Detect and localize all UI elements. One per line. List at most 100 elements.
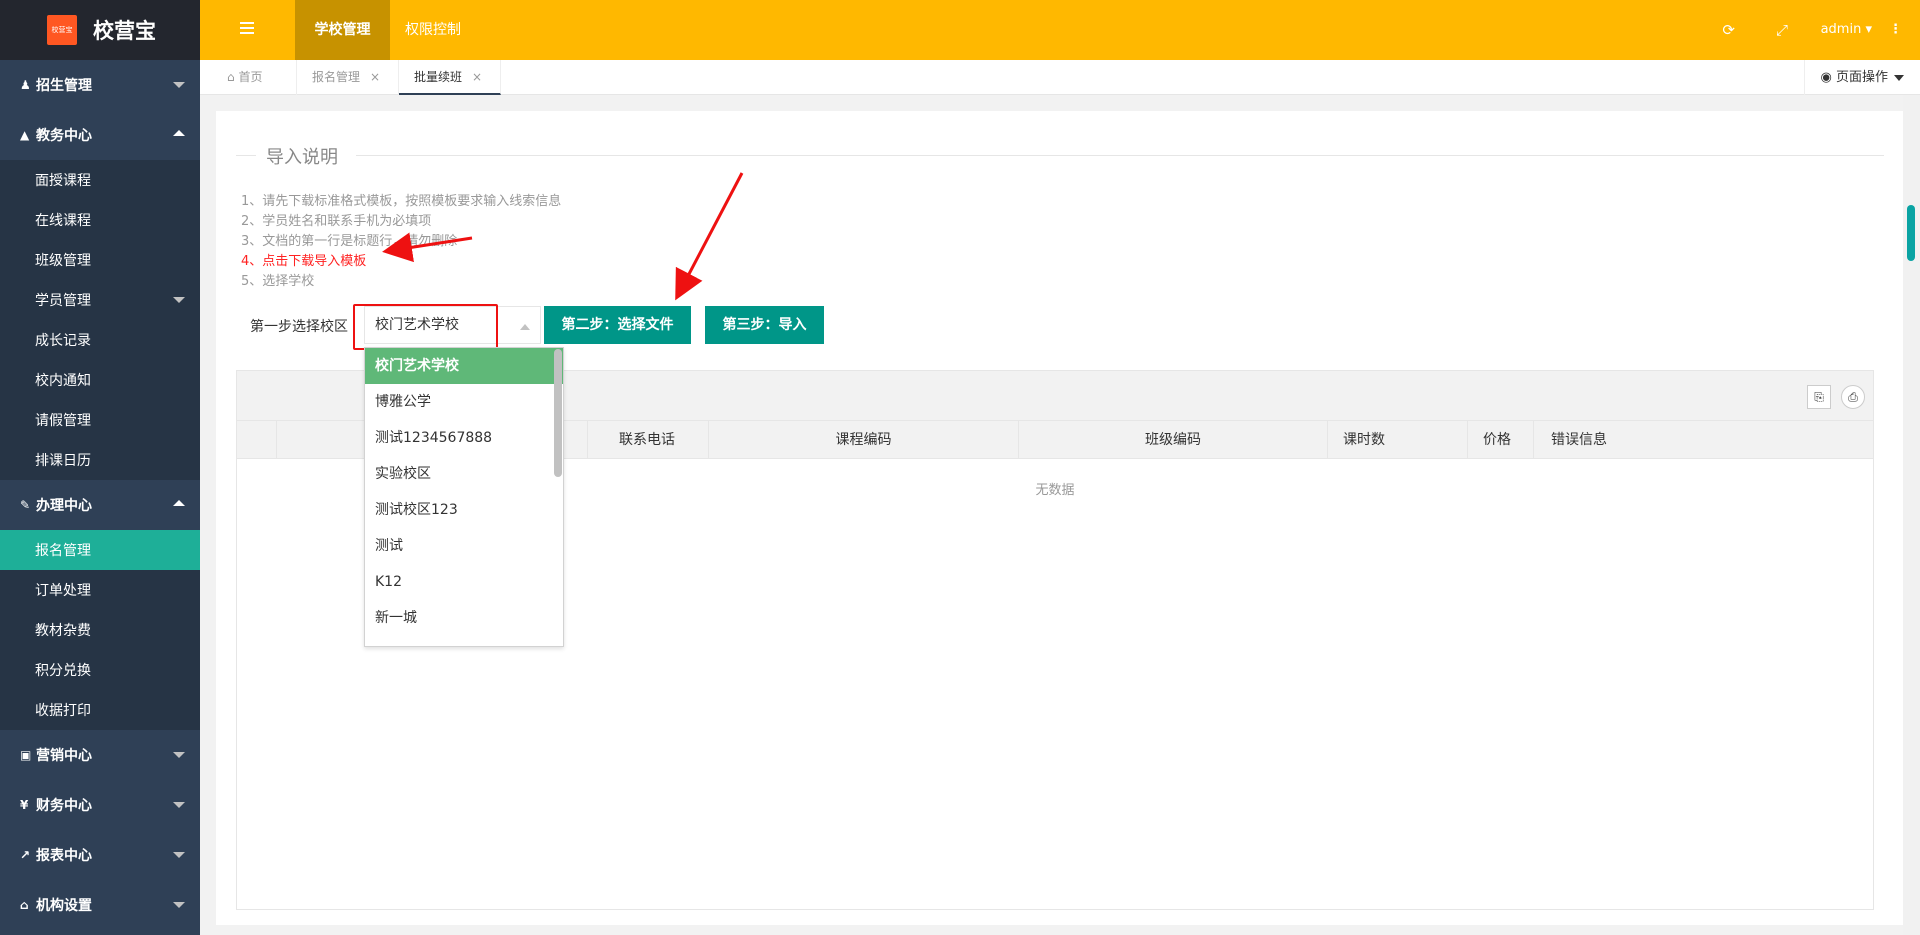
- bank-icon: ⌂: [20, 898, 29, 912]
- page-tabbar: ⌂ 首页 报名管理 × 批量续班 × ◉ 页面操作: [200, 60, 1920, 95]
- page-tab-label: 批量续班: [414, 70, 463, 84]
- dropdown-option[interactable]: 实验校区: [365, 456, 563, 492]
- sidebar-item-online-course[interactable]: 在线课程: [0, 200, 200, 240]
- select-file-button[interactable]: 第二步：选择文件: [544, 306, 691, 344]
- circle-dot-icon: ◉: [1820, 70, 1832, 85]
- dropdown-option[interactable]: 校门艺术学校: [365, 348, 563, 384]
- sidebar-group-label: 教务中心: [36, 128, 92, 144]
- person-icon: ♟: [20, 78, 31, 92]
- sidebar-item-order-processing[interactable]: 订单处理: [0, 570, 200, 610]
- sidebar-item-label: 成长记录: [35, 333, 91, 349]
- sidebar-item-label: 排课日历: [35, 453, 91, 469]
- sidebar-item-enrollment-management[interactable]: 报名管理: [0, 530, 200, 570]
- table-header-cell: 课程编码: [709, 421, 1019, 459]
- sidebar-group-finance[interactable]: ¥ 财务中心: [0, 780, 200, 830]
- refresh-icon[interactable]: ⟳: [1722, 0, 1735, 60]
- dropdown-option[interactable]: 博雅公学: [365, 384, 563, 420]
- close-icon[interactable]: ×: [370, 70, 380, 84]
- sidebar-item-growth-record[interactable]: 成长记录: [0, 320, 200, 360]
- sidebar-item-label: 报名管理: [35, 543, 91, 559]
- sidebar-group-label: 报表中心: [36, 848, 92, 864]
- sidebar-item-label: 面授课程: [35, 173, 91, 189]
- chevron-down-icon: [173, 82, 185, 88]
- user-menu[interactable]: admin ▾: [1821, 0, 1872, 60]
- step1-label: 第一步选择校区: [250, 319, 348, 335]
- sidebar-group-label: 财务中心: [36, 798, 92, 814]
- close-icon[interactable]: ×: [472, 70, 482, 84]
- sidebar-item-leave-management[interactable]: 请假管理: [0, 400, 200, 440]
- sidebar-item-label: 校内通知: [35, 373, 91, 389]
- sidebar-group-label: 招生管理: [36, 78, 92, 94]
- sidebar-group-marketing[interactable]: ▣ 营销中心: [0, 730, 200, 780]
- chevron-up-icon: [173, 500, 185, 506]
- menu-toggle-icon[interactable]: [240, 22, 254, 37]
- dropdown-option[interactable]: K12: [365, 564, 563, 600]
- dropdown-option[interactable]: 测试校区123: [365, 492, 563, 528]
- page-tab-enrollment[interactable]: 报名管理 ×: [297, 60, 399, 95]
- dropdown-option[interactable]: 新一城: [365, 600, 563, 636]
- sidebar-item-school-notice[interactable]: 校内通知: [0, 360, 200, 400]
- graduation-cap-icon: ▲: [20, 128, 30, 142]
- instruction-line: 3、文档的第一行是标题行，请勿删除: [241, 234, 458, 249]
- print-icon[interactable]: ⎙: [1841, 385, 1865, 409]
- download-template-link[interactable]: 4、点击下载导入模板: [241, 250, 366, 269]
- sidebar-item-face-course[interactable]: 面授课程: [0, 160, 200, 200]
- sidebar-item-label: 教材杂费: [35, 623, 91, 639]
- sidebar-group-label: 机构设置: [36, 898, 92, 914]
- table-header-cell: 课时数: [1328, 421, 1468, 459]
- user-name: admin: [1820, 22, 1862, 37]
- home-icon: ⌂: [227, 70, 235, 84]
- sidebar-item-label: 订单处理: [35, 583, 91, 599]
- chevron-up-icon: [173, 130, 185, 136]
- sidebar-item-label: 收据打印: [35, 703, 91, 719]
- logo-icon: 校营宝: [47, 15, 77, 45]
- sidebar-group-academic[interactable]: ▲ 教务中心: [0, 110, 200, 160]
- sidebar-group-service[interactable]: ✎ 办理中心: [0, 480, 200, 530]
- header-tab-school[interactable]: 学校管理: [295, 0, 390, 60]
- laptop-icon: ▣: [20, 748, 32, 762]
- sidebar-item-points-exchange[interactable]: 积分兑换: [0, 650, 200, 690]
- app-title: 校营宝: [93, 19, 156, 43]
- divider: [236, 155, 256, 156]
- sidebar-item-label: 学员管理: [35, 293, 91, 309]
- sidebar-item-receipt-print[interactable]: 收据打印: [0, 690, 200, 730]
- sidebar-submenu-service: 报名管理 订单处理 教材杂费 积分兑换 收据打印: [0, 530, 200, 730]
- page-tab-label: 报名管理: [312, 70, 361, 84]
- caret-down-icon: [1894, 74, 1904, 81]
- edit-icon: ✎: [20, 498, 31, 512]
- instruction-line: 2、学员姓名和联系手机为必填项: [241, 214, 432, 229]
- page-scrollbar[interactable]: [1903, 95, 1920, 935]
- top-header: 学校管理 权限控制 ⟳ ⤢ admin ▾ ⋮: [200, 0, 1920, 60]
- campus-dropdown[interactable]: 校门艺术学校 博雅公学 测试1234567888 实验校区 测试校区123 测试…: [364, 347, 564, 647]
- sidebar-item-schedule-calendar[interactable]: 排课日历: [0, 440, 200, 480]
- page-tab-home[interactable]: ⌂ 首页: [212, 60, 297, 95]
- export-icon[interactable]: ⎘: [1807, 385, 1831, 409]
- yen-icon: ¥: [20, 798, 29, 812]
- sidebar-item-label: 班级管理: [35, 253, 91, 269]
- line-chart-icon: ↗: [20, 848, 31, 862]
- logo-bar: 校营宝 校营宝: [0, 0, 200, 60]
- fullscreen-icon[interactable]: ⤢: [1776, 0, 1788, 60]
- sidebar-item-material-fees[interactable]: 教材杂费: [0, 610, 200, 650]
- page-scrollbar-thumb[interactable]: [1907, 205, 1915, 261]
- chevron-down-icon: [173, 902, 185, 908]
- sidebar-item-class-management[interactable]: 班级管理: [0, 240, 200, 280]
- sidebar-group-label: 营销中心: [36, 748, 92, 764]
- header-tab-permission[interactable]: 权限控制: [405, 0, 461, 60]
- sidebar-group-label: 办理中心: [36, 498, 92, 514]
- dropdown-option[interactable]: 测试: [365, 528, 563, 564]
- sidebar-group-reports[interactable]: ↗ 报表中心: [0, 830, 200, 880]
- more-icon[interactable]: ⋮: [1889, 0, 1902, 60]
- import-button[interactable]: 第三步：导入: [705, 306, 824, 344]
- caret-up-icon: [520, 324, 530, 330]
- instruction-line: 1、请先下载标准格式模板，按照模板要求输入线索信息: [241, 194, 562, 209]
- dropdown-scrollbar[interactable]: [554, 349, 562, 477]
- dropdown-option[interactable]: 测试1234567888: [365, 420, 563, 456]
- page-tab-batch-renew[interactable]: 批量续班 ×: [399, 60, 501, 95]
- page-operations-menu[interactable]: ◉ 页面操作: [1803, 60, 1920, 95]
- sidebar-item-student-management[interactable]: 学员管理: [0, 280, 200, 320]
- sidebar-group-settings[interactable]: ⌂ 机构设置: [0, 880, 200, 930]
- sidebar-group-enrollment[interactable]: ♟ 招生管理: [0, 60, 200, 110]
- table-header-cell: 错误信息: [1551, 432, 1607, 448]
- table-header-checkbox: [237, 421, 277, 459]
